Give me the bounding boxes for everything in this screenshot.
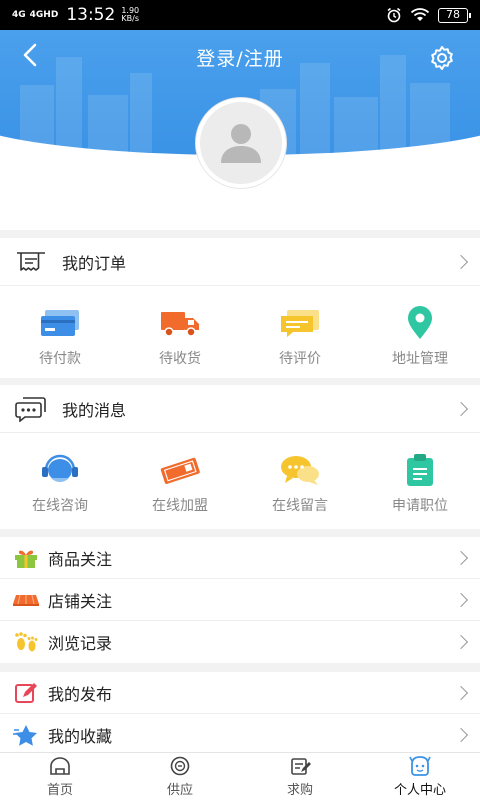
tab-label: 供应 xyxy=(166,783,193,798)
messages-title: 我的消息 xyxy=(62,400,127,420)
tab-home[interactable]: 首页 xyxy=(0,753,120,800)
order-label: 待评价 xyxy=(279,351,321,367)
chevron-right-icon xyxy=(453,550,469,565)
message-label: 在线加盟 xyxy=(152,498,208,514)
battery-indicator: 78 xyxy=(438,7,471,23)
chevron-right-icon xyxy=(453,727,469,743)
message-label: 在线留言 xyxy=(272,498,328,514)
address-management[interactable]: 地址管理 xyxy=(360,286,480,378)
chevron-right-icon xyxy=(453,685,469,700)
signal-indicator-2: 4GHD xyxy=(29,9,59,20)
network-speed: 1.90 KB/s xyxy=(121,7,139,23)
shop-awning-icon xyxy=(12,588,40,612)
receipt-icon xyxy=(14,248,48,276)
avatar[interactable] xyxy=(196,98,286,188)
messages-card: 我的消息 在线咨询 在线加盟 在线留言 申请职位 xyxy=(0,385,480,529)
chevron-right-icon xyxy=(453,401,469,416)
tab-profile[interactable]: 个人中心 xyxy=(360,753,480,800)
comment-icon xyxy=(278,306,322,340)
browse-history-label: 浏览记录 xyxy=(48,634,113,653)
star-icon xyxy=(12,723,40,747)
clipboard-icon xyxy=(398,453,442,487)
mine-card: 我的发布 我的收藏 xyxy=(0,672,480,756)
profile-icon xyxy=(408,755,432,777)
headset-icon xyxy=(38,453,82,487)
user-placeholder-icon xyxy=(221,124,261,163)
order-label: 待付款 xyxy=(39,351,81,367)
orders-card: 我的订单 待付款 待收货 待评价 地址管理 xyxy=(0,238,480,378)
message-label: 在线咨询 xyxy=(32,498,88,514)
chevron-right-icon xyxy=(453,254,469,269)
settings-button[interactable] xyxy=(428,44,456,72)
chat-bubbles-icon xyxy=(278,453,322,487)
my-posts-label: 我的发布 xyxy=(48,684,113,704)
message-label: 申请职位 xyxy=(392,498,448,514)
profile-header: 登录/注册 xyxy=(0,30,480,230)
pencil-icon xyxy=(12,681,40,705)
gear-icon xyxy=(431,46,453,70)
my-favorites-row[interactable]: 我的收藏 xyxy=(0,714,480,756)
orders-grid: 待付款 待收货 待评价 地址管理 xyxy=(0,286,480,378)
network-speed-unit: KB/s xyxy=(121,14,140,23)
online-message[interactable]: 在线留言 xyxy=(240,433,360,529)
gift-icon xyxy=(12,546,40,570)
truck-icon xyxy=(158,306,202,340)
tab-label: 求购 xyxy=(286,783,313,798)
order-pending-receipt[interactable]: 待收货 xyxy=(120,286,240,378)
wifi-icon xyxy=(410,8,430,21)
orders-header[interactable]: 我的订单 xyxy=(0,238,480,286)
bottom-navigation: 首页 供应 求购 个人中心 xyxy=(0,752,480,800)
chevron-right-icon xyxy=(453,592,469,607)
tab-label: 首页 xyxy=(46,783,73,798)
my-posts-row[interactable]: 我的发布 xyxy=(0,672,480,714)
order-label: 地址管理 xyxy=(392,351,448,367)
order-label: 待收货 xyxy=(159,351,201,367)
signal-indicator-1: 4G xyxy=(12,9,26,20)
supply-icon xyxy=(168,755,192,777)
home-icon xyxy=(48,755,72,777)
ticket-icon xyxy=(158,453,202,487)
alarm-icon xyxy=(387,7,401,23)
follows-card: 商品关注 店铺关注 浏览记录 xyxy=(0,537,480,663)
orders-title: 我的订单 xyxy=(62,253,127,273)
product-follow-row[interactable]: 商品关注 xyxy=(0,537,480,579)
purchase-icon xyxy=(288,755,312,777)
my-favorites-label: 我的收藏 xyxy=(48,727,113,746)
messages-grid: 在线咨询 在线加盟 在线留言 申请职位 xyxy=(0,433,480,529)
product-follow-label: 商品关注 xyxy=(48,549,113,569)
online-consult[interactable]: 在线咨询 xyxy=(0,433,120,529)
message-icon xyxy=(14,395,48,423)
status-bar: 4G 4GHD 13:52 1.90 KB/s 78 xyxy=(0,0,480,30)
tab-supply[interactable]: 供应 xyxy=(120,753,240,800)
tab-purchase[interactable]: 求购 xyxy=(240,753,360,800)
browse-history-row[interactable]: 浏览记录 xyxy=(0,621,480,663)
messages-header[interactable]: 我的消息 xyxy=(0,385,480,433)
status-time: 13:52 xyxy=(66,5,116,25)
chevron-right-icon xyxy=(453,634,469,650)
tab-label: 个人中心 xyxy=(393,783,446,798)
online-franchise[interactable]: 在线加盟 xyxy=(120,433,240,529)
shop-follow-label: 店铺关注 xyxy=(48,591,113,611)
credit-card-icon xyxy=(38,306,82,340)
apply-position[interactable]: 申请职位 xyxy=(360,433,480,529)
location-pin-icon xyxy=(398,306,442,340)
order-pending-review[interactable]: 待评价 xyxy=(240,286,360,378)
login-register-link[interactable]: 登录/注册 xyxy=(0,44,480,71)
shop-follow-row[interactable]: 店铺关注 xyxy=(0,579,480,621)
order-pending-payment[interactable]: 待付款 xyxy=(0,286,120,378)
footprint-icon xyxy=(12,630,40,654)
